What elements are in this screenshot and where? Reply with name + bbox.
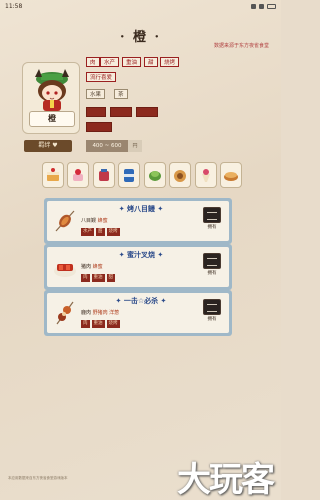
recipe-ingredients-extra: 蜂蜜 bbox=[97, 218, 108, 224]
cake-icon bbox=[47, 168, 59, 181]
heart-icon: ♥ bbox=[52, 142, 58, 149]
dislike-tag bbox=[136, 107, 158, 117]
preference-tag: 烧烤 bbox=[160, 57, 180, 67]
recipe-ingredients: 鹿肉 野猪肉 洋葱 bbox=[81, 309, 119, 316]
recipe-card-body: ✦ 一击☆必杀 ✦ 鹿肉 野猪肉 洋葱 肉 重油 烧烤 拥有 bbox=[47, 293, 229, 333]
price-range: 400 ~ 600 bbox=[86, 140, 128, 152]
recipe-tag: 水产 bbox=[81, 228, 94, 236]
preference-tag: 肉 bbox=[86, 57, 100, 67]
book-icon bbox=[203, 207, 221, 223]
strawberry-dessert-icon bbox=[73, 169, 84, 181]
jelly-icon bbox=[98, 169, 109, 181]
recipe-card-1[interactable]: ✦ 烤八目鳗 ✦ 八目鳗 蜂蜜 水产 甜 烧烤 拥有 bbox=[44, 198, 232, 244]
recipe-tag: 肉 bbox=[81, 274, 90, 282]
drink-can-icon bbox=[124, 169, 135, 182]
recipe-tags: 水产 甜 烧烤 bbox=[81, 228, 120, 236]
recipe-tag: 重油 bbox=[91, 320, 105, 328]
drink-tag: 水果 bbox=[86, 89, 106, 99]
data-source-link[interactable]: 数据来源于东方夜雀食堂 bbox=[214, 42, 269, 49]
recipe-ingredients-extra: 蜂蜜 bbox=[92, 264, 103, 270]
recipe-tags: 肉 重油 烧烤 bbox=[81, 320, 120, 328]
recipe-ingredients-main: 鹿肉 bbox=[81, 310, 93, 316]
book-icon bbox=[203, 253, 221, 269]
bond-label[interactable]: 羁绊 ♥ bbox=[24, 140, 72, 152]
gift-item-4[interactable] bbox=[118, 162, 141, 188]
recipe-tag: 烧烤 bbox=[106, 320, 120, 328]
dislike-tag bbox=[86, 122, 112, 132]
grilled-eel-icon bbox=[55, 210, 75, 232]
bond-label-text: 羁绊 bbox=[38, 142, 51, 149]
character-name: 橙 bbox=[29, 111, 75, 127]
drink-tag: 茶 bbox=[114, 89, 128, 99]
char-siu-icon bbox=[54, 264, 76, 277]
dislike-tag bbox=[86, 107, 106, 117]
status-time: 11:58 bbox=[5, 2, 23, 10]
parfait-icon bbox=[201, 169, 210, 182]
recipe-ingredients-main: 猪肉 bbox=[81, 264, 93, 270]
footer-note: 本应用数据来自东方夜雀食堂游戏版本 bbox=[8, 476, 68, 480]
owned-indicator[interactable]: 拥有 bbox=[203, 299, 221, 323]
recipe-name: ✦ 蜜汁叉烧 ✦ bbox=[118, 251, 164, 259]
recipe-tag: 肉 bbox=[81, 320, 90, 328]
gift-item-7[interactable] bbox=[194, 162, 217, 188]
status-bar: 11:58 bbox=[0, 0, 281, 12]
gift-item-2[interactable] bbox=[67, 162, 90, 188]
bun-icon bbox=[174, 170, 187, 182]
status-icons bbox=[251, 3, 276, 9]
recipe-tag: 甜 bbox=[96, 228, 105, 236]
recipe-ingredients-main: 八目鳗 bbox=[81, 218, 98, 224]
recipe-tags: 肉 重油 甜 bbox=[81, 274, 115, 282]
pie-icon bbox=[223, 172, 238, 181]
style-tag: 流行喜爱 bbox=[86, 72, 117, 82]
recipe-tag: 重油 bbox=[91, 274, 105, 282]
owned-indicator[interactable]: 拥有 bbox=[203, 253, 221, 277]
character-portrait-icon bbox=[35, 69, 69, 111]
gift-list bbox=[42, 162, 242, 190]
owned-indicator[interactable]: 拥有 bbox=[203, 207, 221, 231]
preference-tag: 水产 bbox=[100, 57, 120, 67]
recipe-name: ✦ 一击☆必杀 ✦ bbox=[115, 297, 167, 305]
greens-icon bbox=[148, 171, 161, 181]
gift-item-8[interactable] bbox=[219, 162, 242, 188]
recipe-card-3[interactable]: ✦ 一击☆必杀 ✦ 鹿肉 野猪肉 洋葱 肉 重油 烧烤 拥有 bbox=[44, 290, 232, 336]
owned-label: 拥有 bbox=[207, 317, 217, 322]
recipe-tag: 甜 bbox=[106, 274, 115, 282]
recipe-ingredients: 八目鳗 蜂蜜 bbox=[81, 217, 108, 224]
skewer-icon bbox=[56, 301, 74, 325]
recipe-name: ✦ 烤八目鳗 ✦ bbox=[118, 205, 164, 213]
recipe-card-body: ✦ 烤八目鳗 ✦ 八目鳗 蜂蜜 水产 甜 烧烤 拥有 bbox=[47, 201, 229, 241]
preference-tag: 甜 bbox=[144, 57, 158, 67]
price-unit: 円 bbox=[128, 140, 142, 152]
signal-icon bbox=[251, 3, 256, 9]
recipe-ingredients: 猪肉 蜂蜜 bbox=[81, 263, 103, 270]
character-card: 橙 bbox=[22, 62, 80, 134]
recipe-tag: 烧烤 bbox=[106, 228, 120, 236]
owned-label: 拥有 bbox=[207, 225, 217, 230]
gift-item-6[interactable] bbox=[169, 162, 192, 188]
recipe-card-body: ✦ 蜜汁叉烧 ✦ 猪肉 蜂蜜 肉 重油 甜 拥有 bbox=[47, 247, 229, 287]
battery-icon bbox=[267, 3, 276, 9]
dislike-tag bbox=[110, 107, 132, 117]
recipe-ingredients-extra: 野猪肉 洋葱 bbox=[92, 310, 120, 316]
gift-item-5[interactable] bbox=[143, 162, 166, 188]
gift-item-1[interactable] bbox=[42, 162, 64, 188]
recipe-card-2[interactable]: ✦ 蜜汁叉烧 ✦ 猪肉 蜂蜜 肉 重油 甜 拥有 bbox=[44, 244, 232, 290]
gift-item-3[interactable] bbox=[92, 162, 115, 188]
preference-tag: 重油 bbox=[122, 57, 142, 67]
owned-label: 拥有 bbox=[207, 271, 217, 276]
wifi-icon bbox=[259, 3, 264, 9]
watermark-logo: 大玩客 bbox=[177, 460, 275, 500]
book-icon bbox=[203, 299, 221, 315]
